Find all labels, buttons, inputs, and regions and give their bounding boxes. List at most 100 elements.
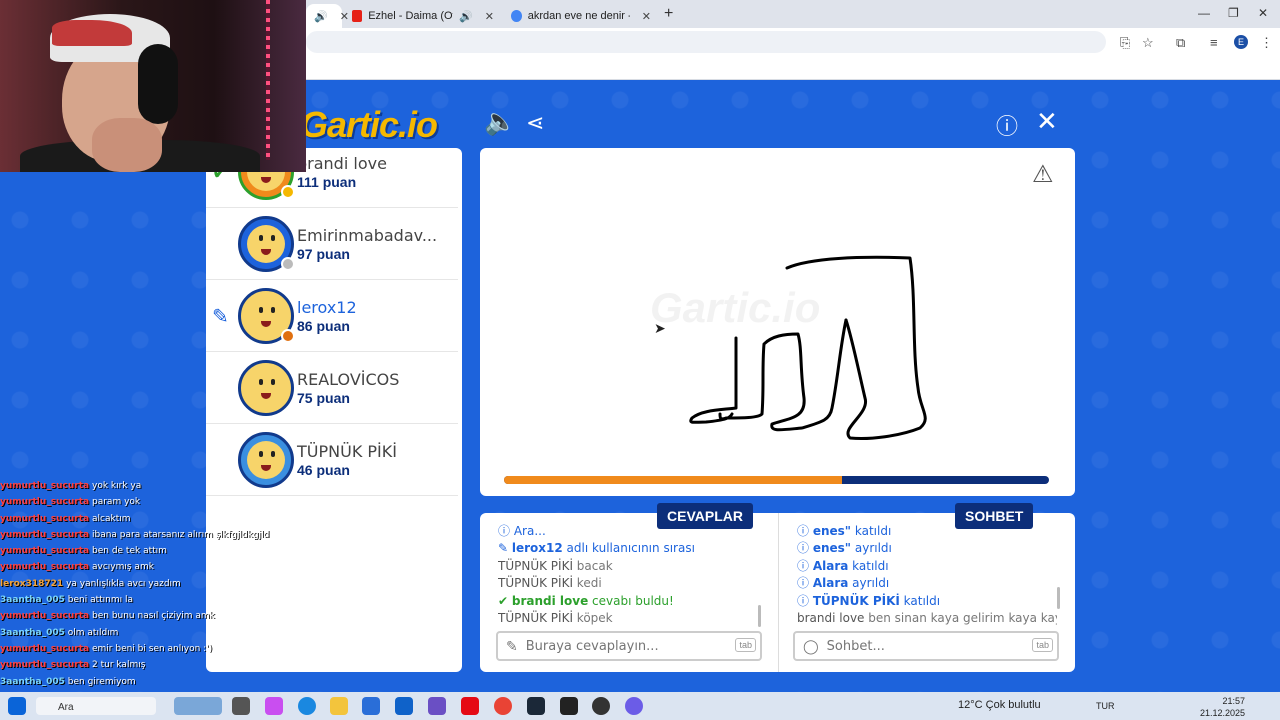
info-icon: ⓘ [797,541,813,556]
search-box[interactable]: Ara [36,697,156,715]
url-input[interactable] [306,31,1106,53]
epic-games-icon[interactable] [560,697,578,715]
search-label: Ara [58,702,74,713]
tab-active[interactable]: 🔊 ✕ [306,4,349,28]
info-icon: ⓘ [797,593,813,608]
answer-input[interactable] [525,638,706,654]
stream-chat-line: 3aantha_005 beni attınmı la [0,592,300,608]
edge-icon[interactable] [298,697,316,715]
report-warning-icon[interactable]: ⚠ [1032,160,1054,189]
message-text: katıldı [848,558,889,573]
message-item: ⓘ enes" ayrıldı [797,540,1057,557]
stream-chat-user: 3aantha_005 [0,595,65,606]
player-row[interactable]: ✎ lerox12 86 puan [206,280,458,352]
message-text: Ara... [513,524,546,538]
stream-chat-text: ben de tek attım [92,546,167,557]
message-text: kedi [572,576,602,591]
system-clock[interactable]: 21:57 21.12.2025 [1200,695,1245,719]
copilot-icon[interactable] [265,697,283,715]
message-item: brandi love ben sinan kaya gelirim kaya … [797,610,1057,627]
message-user: TÜPNÜK PİKİ [812,593,900,608]
info-icon: ⓘ [797,576,813,591]
stream-chat-text: emir beni bi sen anlıyon :') [92,643,213,654]
stream-chat-user: yumurtlu_sucurta [0,513,90,524]
close-window-button[interactable]: ✕ [1258,6,1268,20]
language-indicator[interactable]: TUR [1096,701,1115,711]
info-icon[interactable]: ⓘ [996,109,1018,141]
stream-chat-text: avcıymış amk [92,562,154,573]
chat-list: ⓘ enes" katıldı ⓘ enes" ayrıldı ⓘ Alara ka… [797,523,1057,627]
close-tab-icon[interactable]: ✕ [485,10,494,23]
avatar [238,360,294,416]
store-icon[interactable] [362,697,380,715]
widgets-icon[interactable] [174,697,222,715]
stream-chat-line: yumurtlu_sucurta ben de tek attım [0,543,300,559]
stream-chat-user: yumurtlu_sucurta [0,643,90,654]
discord-icon[interactable] [625,697,643,715]
profile-avatar[interactable]: E [1234,35,1248,49]
answers-scrollbar[interactable] [758,605,761,627]
menu-icon[interactable]: ⋮ [1260,35,1273,51]
message-text: ayrıldı [851,541,892,556]
message-item: TÜPNÜK PİKİ bacak [498,558,758,575]
answer-input-box[interactable]: ✎ tab [496,631,762,661]
chat-scrollbar[interactable] [1057,587,1060,609]
message-item: ✎ lerox12 adlı kullanıcının sırası [498,540,758,557]
stream-chat-user: yumurtlu_sucurta [0,562,90,573]
taskbar: Ara [0,692,1280,720]
speaker-icon[interactable]: 🔊 [314,10,328,23]
share-icon[interactable]: ⋖ [526,110,544,136]
file-explorer-icon[interactable] [330,697,348,715]
bookmark-star-icon[interactable]: ☆ [1142,35,1154,51]
player-score: 86 puan [297,318,350,334]
player-row[interactable]: REALOVİCOS 75 puan [206,352,458,424]
netflix-icon[interactable] [461,697,479,715]
stream-chat-user: yumurtlu_sucurta [0,481,90,491]
message-user: Alara [812,558,849,573]
stream-chat-user: 3aantha_005 [0,627,65,638]
webcam-overlay [0,0,306,172]
obs-icon[interactable] [592,697,610,715]
install-icon[interactable]: ⎘ [1120,35,1130,51]
chrome-icon[interactable] [494,697,512,715]
restore-button[interactable]: ❐ [1228,6,1239,20]
tab-youtube[interactable]: Ezhel - Daima (Official Video) 🔊 ✕ [344,4,502,28]
close-tab-icon[interactable]: ✕ [642,10,651,23]
check-icon: ✔ [498,593,512,608]
drawing-strokes [689,255,927,440]
stream-chat-text: beni attınmı la [67,595,134,606]
clock-time: 21:57 [1222,696,1246,706]
chat-input[interactable] [826,638,1007,654]
close-icon[interactable]: ✕ [1036,106,1058,137]
media-control-icon[interactable]: ≡ [1210,35,1218,50]
extensions-icon[interactable]: ⧉ [1176,35,1185,51]
message-user: Alara [812,576,849,591]
message-user: enes" [812,541,852,556]
drawing-stroke [689,336,738,424]
minimize-button[interactable]: — [1198,6,1210,20]
sound-icon[interactable]: 🔈 [484,106,516,137]
weather-widget[interactable]: 12°C Çok bulutlu [958,699,1041,711]
chat-input-box[interactable]: ◯ tab [793,631,1059,661]
speaker-icon[interactable]: 🔊 [459,10,473,23]
task-view-icon[interactable] [232,697,250,715]
outlook-icon[interactable] [395,697,413,715]
start-icon[interactable] [8,697,26,715]
player-row[interactable]: Emirinmabadav... 97 puan [206,208,458,280]
drawing-canvas[interactable]: Gartic.io ⚠ ➤ [480,148,1075,496]
tab-google[interactable]: akrdan eve ne denir - Google'da Ara ✕ [503,4,659,28]
info-icon: ⓘ [498,524,514,538]
tab-label: Ezhel - Daima (Official Video) [368,10,453,22]
message-item: ⓘ Alara ayrıldı [797,575,1057,592]
app-icon[interactable] [428,697,446,715]
stream-chat-line: yumurtlu_sucurta emir beni bi sen anlıyo… [0,641,300,657]
pencil-icon: ✎ [498,541,512,556]
message-item: ⓘ Alara katıldı [797,558,1057,575]
timer-progress-bar [504,476,1049,484]
player-score: 97 puan [297,246,350,262]
new-tab-button[interactable]: + [664,5,673,23]
info-icon: ⓘ [797,558,813,573]
stream-chat-line: lerox318721 ya yanlışlıkla avcı yazdım [0,576,300,592]
steam-icon[interactable] [527,697,545,715]
message-item: ✔ brandi love cevabı buldu! [498,593,758,610]
